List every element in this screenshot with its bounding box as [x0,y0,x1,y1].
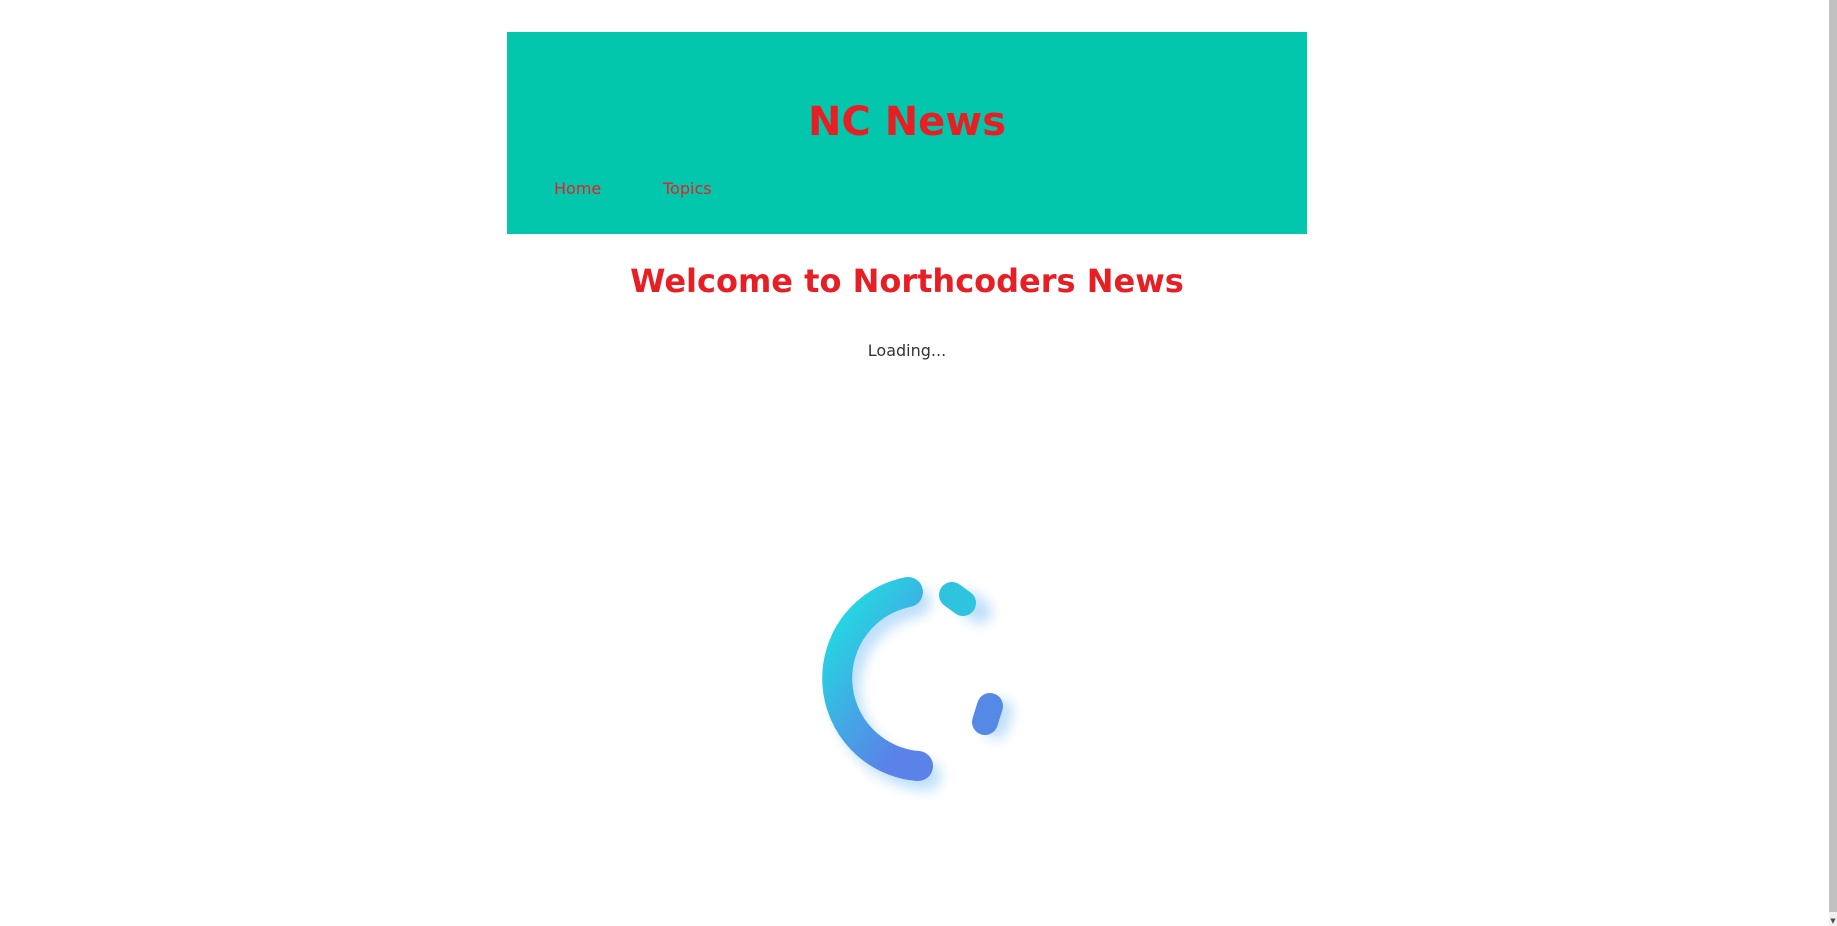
spinner-dot-right [972,693,1003,735]
site-header: NC News [507,32,1307,234]
site-title: NC News [807,99,1007,145]
scrollbar-thumb[interactable] [1829,0,1837,912]
spinner-svg [822,577,1013,791]
nav-topics-link[interactable]: Topics [663,181,712,197]
scroll-down-arrow-icon[interactable]: ▼ [1829,916,1837,926]
spinner-dot-top [939,582,976,616]
vertical-scrollbar[interactable]: ▼ [1829,0,1837,926]
loading-text: Loading... [867,341,947,360]
welcome-heading: Welcome to Northcoders News [630,262,1184,300]
loading-spinner-icon [790,560,1030,820]
nav-home-link[interactable]: Home [554,181,601,197]
page-viewport: NC News Home Topics Welcome to Northcode… [0,0,1837,926]
